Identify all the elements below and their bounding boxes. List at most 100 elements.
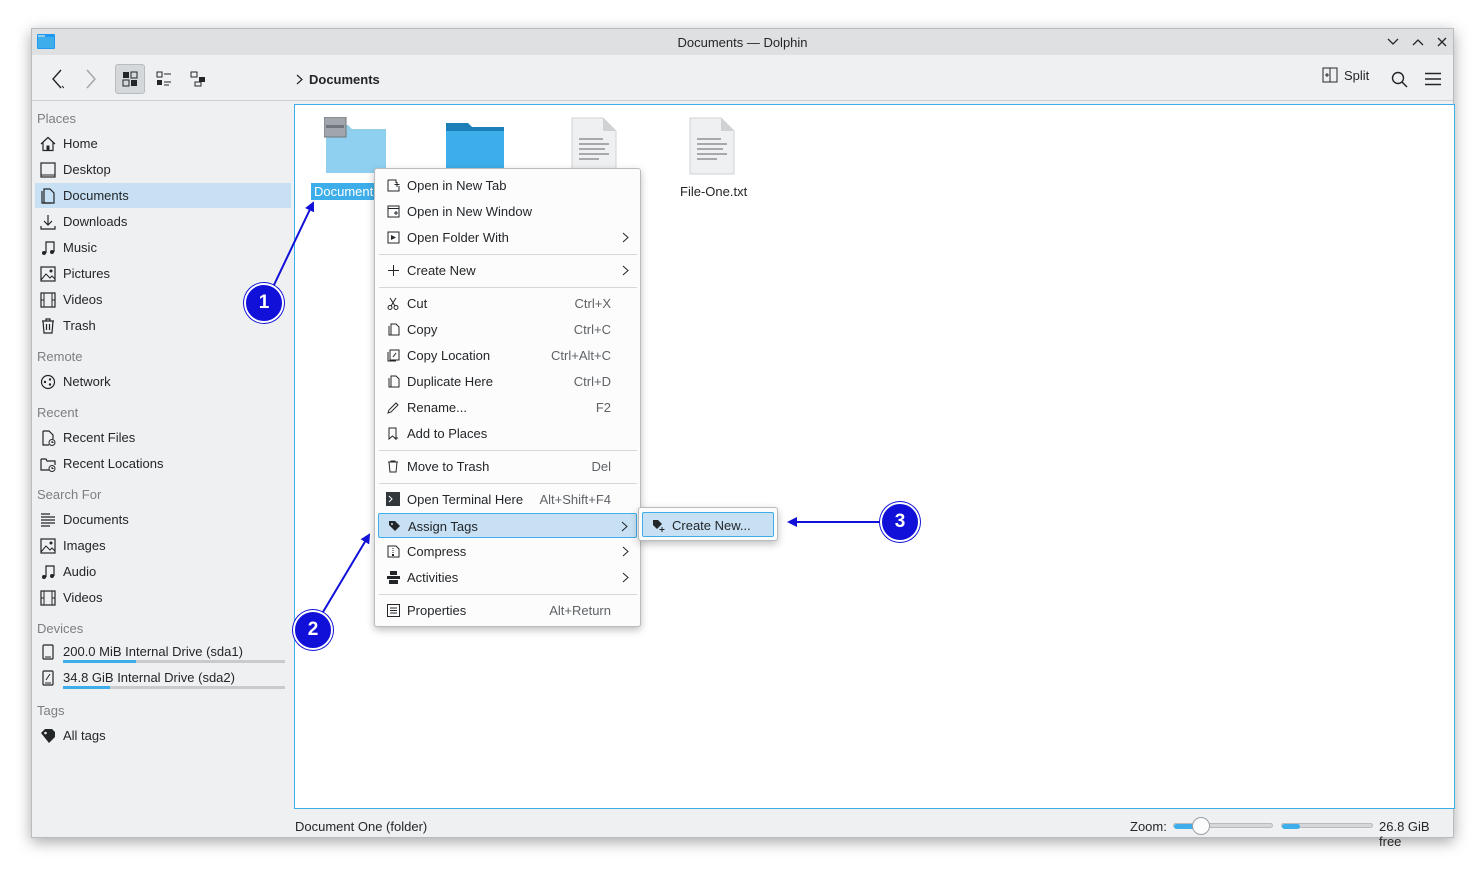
minimize-button[interactable] [1383, 32, 1403, 52]
sidebar-item-label: Documents [63, 188, 129, 203]
chevron-right-icon [622, 572, 629, 583]
menu-item-open-new-window[interactable]: Open in New Window [378, 199, 637, 224]
music-note-icon [42, 564, 55, 579]
callout-1: 1 [244, 283, 284, 323]
zoom-slider-handle[interactable] [1192, 817, 1211, 835]
hamburger-menu-button[interactable] [1418, 64, 1448, 94]
sidebar-item-documents[interactable]: Documents [35, 183, 291, 208]
tags-icon [41, 728, 55, 743]
chevron-right-icon [622, 232, 629, 243]
folder-icon[interactable] [446, 119, 506, 171]
chevron-left-icon [52, 69, 64, 89]
chevron-right-icon [621, 521, 628, 532]
folder-icon[interactable] [324, 117, 388, 173]
sidebar-item-all-tags[interactable]: All tags [35, 723, 291, 748]
sidebar-item-label: Documents [63, 512, 129, 527]
picture-icon [40, 265, 56, 282]
menu-item-open-new-tab[interactable]: Open in New Tab [378, 173, 637, 198]
selected-folder-label[interactable]: Document [311, 183, 377, 200]
sidebar-item-pictures[interactable]: Pictures [35, 261, 291, 286]
menu-item-compress[interactable]: Compress [378, 539, 637, 564]
menu-item-open-terminal-here[interactable]: Open Terminal Here Alt+Shift+F4 [378, 487, 637, 512]
sidebar-item-label: Videos [63, 590, 103, 605]
toolbar: Documents Split [32, 55, 1453, 101]
sidebar-item-home[interactable]: Home [35, 131, 291, 156]
title-bar: Documents — Dolphin [32, 29, 1453, 55]
section-devices: Devices [37, 621, 84, 636]
breadcrumb[interactable]: Documents [296, 72, 380, 87]
sidebar-item-label: Desktop [63, 162, 111, 177]
sidebar-item-label: Pictures [63, 266, 110, 281]
file-label[interactable]: File-One.txt [680, 184, 747, 199]
sidebar-item-search-audio[interactable]: Audio [35, 559, 291, 584]
music-note-icon [42, 240, 55, 255]
menu-item-properties[interactable]: Properties Alt+Return [378, 598, 637, 623]
status-text: Document One (folder) [295, 819, 428, 834]
menu-item-create-new[interactable]: Create New [378, 258, 637, 283]
network-icon [40, 374, 56, 389]
recent-files-icon [42, 429, 56, 446]
sidebar-item-label: Images [63, 538, 106, 553]
picture-icon [40, 537, 56, 554]
split-button[interactable]: Split [1322, 67, 1369, 83]
film-icon [40, 589, 56, 606]
home-icon [40, 136, 56, 151]
sidebar-item-label: Home [63, 136, 98, 151]
new-tag-icon [652, 519, 664, 532]
breadcrumb-documents[interactable]: Documents [309, 72, 380, 87]
menu-item-cut[interactable]: Cut Ctrl+X [378, 291, 637, 316]
text-file-icon[interactable] [689, 117, 735, 175]
chevron-right-icon [622, 546, 629, 557]
chevron-right-icon [296, 74, 303, 85]
sidebar-item-search-images[interactable]: Images [35, 533, 291, 558]
sidebar-item-recent-locations[interactable]: Recent Locations [35, 451, 291, 476]
sidebar-item-desktop[interactable]: Desktop [35, 157, 291, 182]
places-panel: Places Home Desktop Documents Downloads … [32, 102, 294, 813]
search-button[interactable] [1384, 64, 1414, 94]
sidebar-item-recent-files[interactable]: Recent Files [35, 425, 291, 450]
menu-item-rename[interactable]: Rename... F2 [378, 395, 637, 420]
sidebar-item-downloads[interactable]: Downloads [35, 209, 291, 234]
sidebar-item-label: Trash [63, 318, 96, 333]
chevron-up-icon [1412, 39, 1424, 46]
copy-location-icon [387, 349, 399, 361]
terminal-icon [386, 492, 400, 506]
menu-item-move-to-trash[interactable]: Move to Trash Del [378, 454, 637, 479]
menu-item-assign-tags[interactable]: Assign Tags [378, 513, 637, 538]
zoom-label: Zoom: [1130, 819, 1167, 834]
sidebar-item-search-documents[interactable]: Documents [35, 507, 291, 532]
tag-icon [388, 520, 400, 531]
plus-icon [387, 264, 399, 276]
sidebar-item-network[interactable]: Network [35, 369, 291, 394]
menu-item-activities[interactable]: Activities [378, 565, 637, 590]
chevron-right-icon [86, 69, 96, 89]
compact-view-button[interactable] [149, 64, 179, 94]
trash-icon [388, 460, 398, 472]
maximize-button[interactable] [1408, 32, 1428, 52]
drive-usage-bar [63, 660, 285, 663]
section-recent: Recent [37, 405, 79, 420]
text-file-icon[interactable] [571, 117, 617, 175]
bookmark-icon [388, 427, 398, 440]
section-search-for: Search For [37, 487, 102, 502]
sidebar-item-search-videos[interactable]: Videos [35, 585, 291, 610]
close-button[interactable] [1432, 32, 1452, 52]
new-window-icon [387, 205, 399, 217]
archive-icon [387, 545, 399, 557]
details-view-button[interactable] [183, 64, 213, 94]
menu-item-create-new-tag[interactable]: Create New... [642, 512, 774, 537]
callout-3: 3 [880, 502, 920, 542]
forward-button[interactable] [76, 64, 106, 94]
icons-view-button[interactable] [115, 64, 145, 94]
menu-item-add-to-places[interactable]: Add to Places [378, 421, 637, 446]
desktop-icon [40, 161, 56, 178]
menu-item-open-folder-with[interactable]: Open Folder With [378, 225, 637, 250]
back-button[interactable] [42, 64, 72, 94]
menu-item-copy-location[interactable]: Copy Location Ctrl+Alt+C [378, 343, 637, 368]
sidebar-item-music[interactable]: Music [35, 235, 291, 260]
free-space-label: 26.8 GiB free [1379, 819, 1430, 849]
menu-item-copy[interactable]: Copy Ctrl+C [378, 317, 637, 342]
menu-item-duplicate-here[interactable]: Duplicate Here Ctrl+D [378, 369, 637, 394]
copy-icon [388, 323, 399, 335]
compact-list-icon [156, 71, 171, 86]
